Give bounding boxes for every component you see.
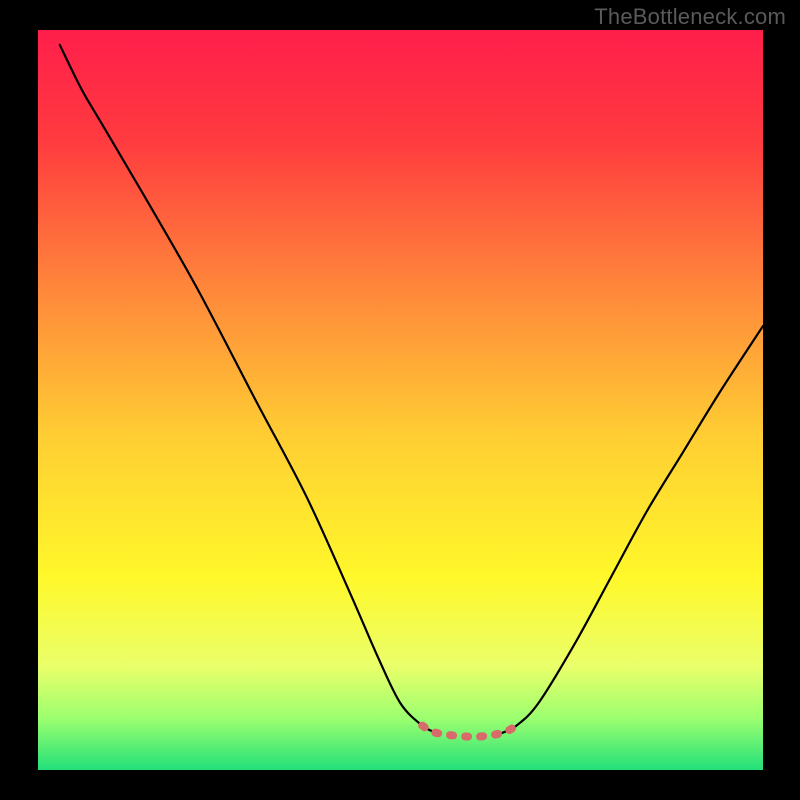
chart-background-gradient [38,30,763,770]
chart-svg [38,30,763,770]
chart-plot-area [38,30,763,770]
watermark-text: TheBottleneck.com [594,4,786,30]
chart-frame: TheBottleneck.com [0,0,800,800]
